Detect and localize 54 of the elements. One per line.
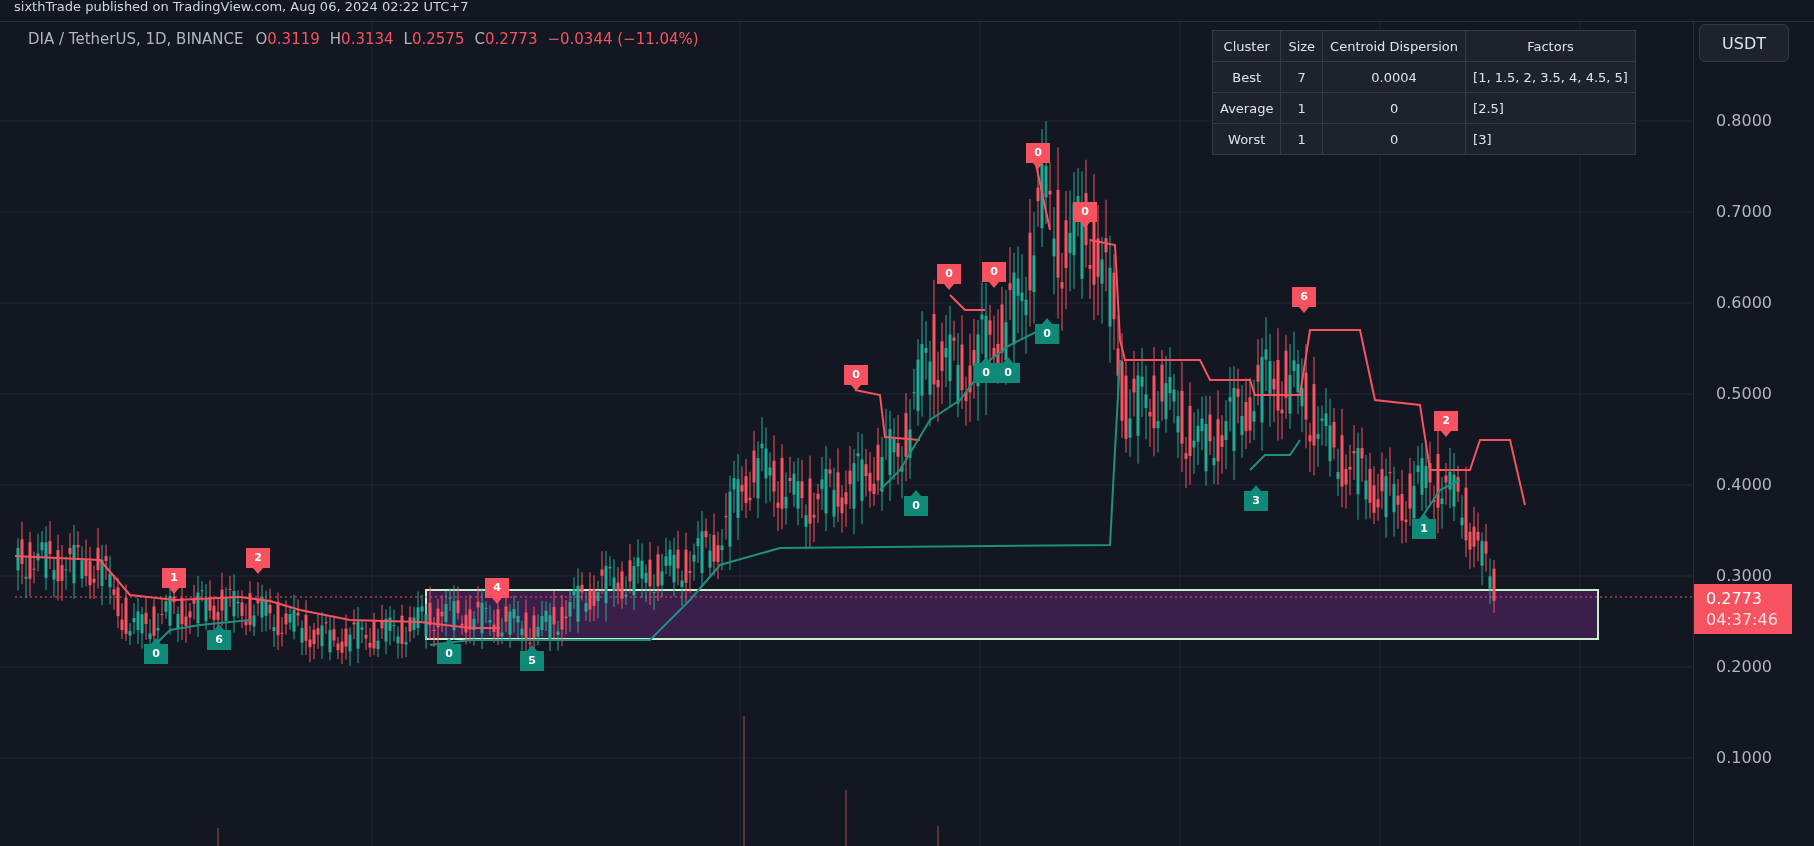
price-change: −0.0344 (−11.04%) — [547, 30, 699, 48]
ohlc-value: 0.3134 — [341, 30, 394, 48]
publisher-caption: sixthTrade published on TradingView.com, Aug 06, 2024 02:22 UTC+7 — [0, 0, 1814, 22]
buy-signal-marker: 0 — [1035, 318, 1059, 344]
sell-signal-marker: 0 — [1026, 143, 1050, 169]
buy-signal-marker: 6 — [207, 624, 231, 650]
symbol-label: DIA / TetherUS, 1D, BINANCE — [28, 30, 244, 48]
price-tick: 0.2000 — [1716, 657, 1772, 677]
price-tick: 0.4000 — [1716, 475, 1772, 495]
sell-signal-marker: 2 — [1434, 411, 1458, 437]
ohlc-key: L — [403, 30, 412, 48]
buy-signal-marker: 5 — [520, 645, 544, 671]
column-header: Factors — [1465, 30, 1636, 62]
table-cell: 1 — [1280, 92, 1323, 124]
ohlc-value: 0.3119 — [267, 30, 320, 48]
buy-signal-marker: 0 — [144, 638, 168, 664]
last-price: 0.2773 — [1706, 588, 1763, 609]
column-header: Size — [1280, 30, 1323, 62]
table-cell: [2.5] — [1465, 92, 1636, 124]
sell-signal-marker: 0 — [982, 262, 1006, 288]
buy-signal-marker: 0 — [904, 490, 928, 516]
table-cell: 0 — [1322, 92, 1466, 124]
column-header: Cluster — [1212, 30, 1281, 62]
price-tick: 0.8000 — [1716, 111, 1772, 131]
price-tick: 0.6000 — [1716, 293, 1772, 313]
ohlc-key: C — [474, 30, 485, 48]
table-cell: 7 — [1280, 61, 1323, 93]
buy-signal-marker: 3 — [1244, 485, 1268, 511]
ohlc-key: H — [329, 30, 342, 48]
currency-button[interactable]: USDT — [1699, 24, 1789, 62]
sell-signal-marker: 1 — [162, 568, 186, 594]
table-cell: [3] — [1465, 123, 1636, 155]
price-tick: 0.7000 — [1716, 202, 1772, 222]
column-header: Centroid Dispersion — [1322, 30, 1466, 62]
table-cell: [1, 1.5, 2, 3.5, 4, 4.5, 5] — [1465, 61, 1636, 93]
buy-signal-marker: 0 — [996, 357, 1020, 383]
table-cell: 0.0004 — [1322, 61, 1466, 93]
sell-signal-marker: 0 — [937, 264, 961, 290]
buy-signal-marker: 1 — [1412, 513, 1436, 539]
table-cell: 1 — [1280, 123, 1323, 155]
sell-signal-marker: 2 — [246, 548, 270, 574]
price-tick: 0.5000 — [1716, 384, 1772, 404]
table-cell: 0 — [1322, 123, 1466, 155]
table-cell: Best — [1212, 61, 1281, 93]
ohlc-key: O — [255, 30, 268, 48]
sell-signal-marker: 6 — [1292, 287, 1316, 313]
ohlc-value: 0.2575 — [411, 30, 465, 48]
sell-signal-marker: 0 — [844, 365, 868, 391]
price-tick: 0.3000 — [1716, 566, 1772, 586]
countdown-timer: 04:37:46 — [1706, 609, 1779, 630]
ohlc-value: 0.2773 — [484, 30, 538, 48]
price-tick: 0.1000 — [1716, 748, 1772, 768]
table-cell: Worst — [1212, 123, 1281, 155]
table-cell: Average — [1212, 92, 1281, 124]
